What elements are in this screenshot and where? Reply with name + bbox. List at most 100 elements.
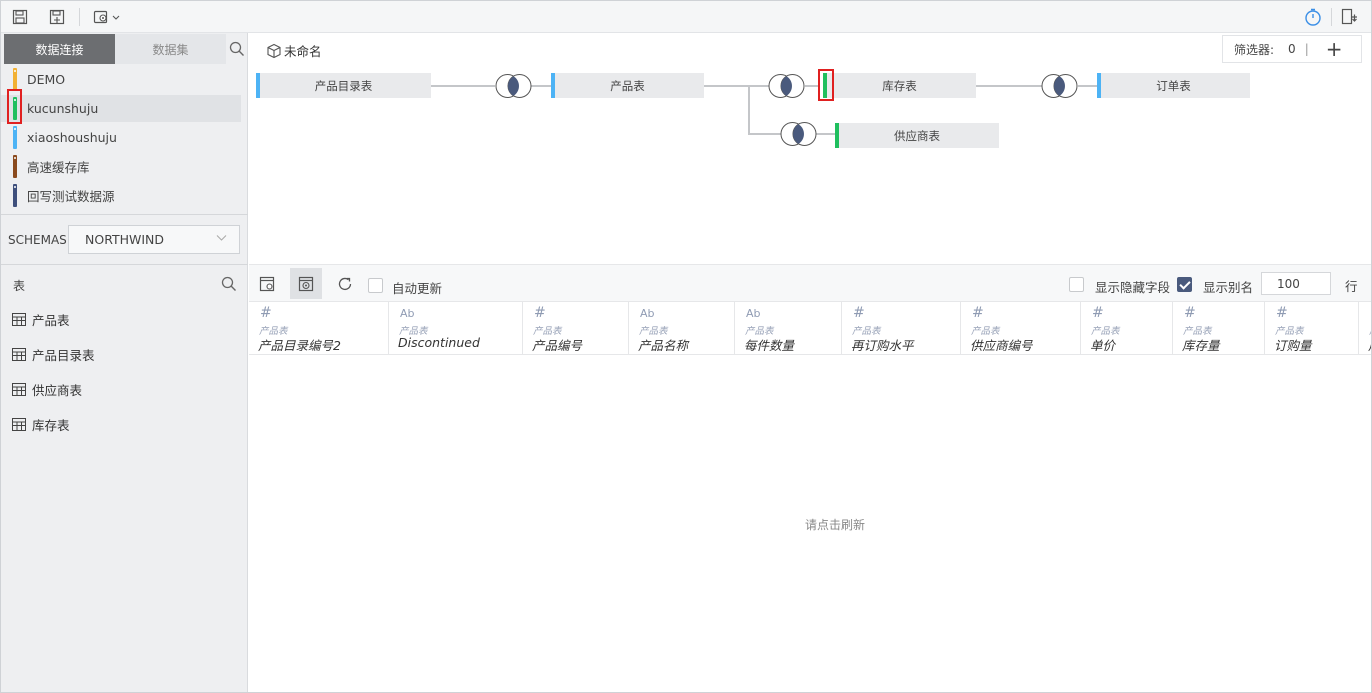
table-item[interactable]: 产品表 (12, 309, 70, 329)
refresh-icon[interactable] (329, 268, 361, 299)
column-name: 每件数量 (744, 338, 795, 353)
show-alias-label: 显示别名 (1203, 280, 1254, 295)
datasource-color-marker (13, 155, 17, 178)
table-icon (12, 417, 26, 431)
node-color-marker (1097, 73, 1101, 98)
table-item[interactable]: 库存表 (12, 414, 70, 434)
row-count-input[interactable]: 100 (1261, 272, 1331, 295)
data-toolbar: 自动更新 显示隐藏字段 显示别名 100 行 (249, 264, 1371, 302)
column-header[interactable]: # 产品表 库存量 (1173, 302, 1265, 354)
source-tabs: 数据连接 数据集 (4, 34, 226, 64)
table-item[interactable]: 供应商表 (12, 379, 82, 399)
empty-data-message: 请点击刷新 (805, 518, 866, 532)
column-header[interactable]: Ab 产品表 每件数量 (735, 302, 842, 354)
datasource-item-demo[interactable]: DEMO (1, 66, 241, 93)
datasource-label: xiaoshoushuju (27, 130, 117, 145)
node-color-marker (835, 123, 839, 148)
settings-dropdown-icon[interactable] (91, 7, 123, 27)
tab-dataset[interactable]: 数据集 (115, 34, 226, 64)
schemas-label: SCHEMAS (8, 233, 67, 247)
document-title: 未命名 (266, 41, 322, 60)
column-header[interactable]: # 产品表 产品编号 (523, 302, 629, 354)
join-line (748, 85, 750, 134)
table-node[interactable]: 产品目录表 (256, 73, 431, 98)
join-line (531, 85, 551, 87)
filter-bar: 筛选器: 0 | + (1222, 35, 1362, 63)
number-type-icon: # (1092, 305, 1104, 321)
toolbar-divider (79, 8, 80, 26)
column-header[interactable]: # 产品表 供应商编号 (961, 302, 1081, 354)
column-name: 产 (1368, 335, 1371, 354)
cube-icon (267, 43, 281, 58)
column-name: 订购量 (1274, 338, 1312, 353)
chevron-down-icon (216, 234, 227, 245)
node-label: 库存表 (882, 78, 917, 93)
table-node[interactable]: 订单表 (1097, 73, 1250, 98)
join-line (1078, 85, 1098, 87)
filter-label: 筛选器: (1234, 42, 1275, 57)
column-header[interactable]: Ab 产品表 产品名称 (629, 302, 735, 354)
toolbar-divider (1331, 8, 1332, 26)
number-type-icon: # (260, 305, 272, 321)
search-icon[interactable] (221, 276, 237, 292)
rows-unit-label: 行 (1345, 279, 1358, 294)
preview-icon[interactable] (290, 268, 322, 299)
column-header[interactable]: Ab 产品表 Discontinued (389, 302, 523, 354)
join-canvas: 未命名 筛选器: 0 | + 产品目录表 产品表 库存表 订单表 供应商表 (249, 33, 1371, 264)
column-name: 再订购水平 (851, 338, 914, 353)
search-icon[interactable] (229, 41, 245, 57)
table-item[interactable]: 产品目录表 (12, 344, 95, 364)
filter-separator: | (1304, 42, 1309, 56)
column-name: Discontinued (398, 335, 480, 350)
datasource-item-xiaoshoushuju[interactable]: xiaoshoushuju (1, 124, 241, 151)
inner-join-icon[interactable] (768, 73, 805, 99)
column-header[interactable]: # 产品表 再订购水平 (842, 302, 961, 354)
divider (1, 214, 248, 215)
table-node[interactable]: 产品表 (551, 73, 704, 98)
add-filter-button[interactable]: + (1326, 39, 1343, 59)
field-settings-icon[interactable] (251, 268, 283, 299)
show-alias-checkbox[interactable] (1177, 277, 1192, 292)
table-label: 产品表 (32, 312, 70, 328)
column-header[interactable]: # 产品表 订购量 (1265, 302, 1359, 354)
divider (1, 264, 248, 265)
text-type-icon: Ab (400, 307, 415, 320)
column-header[interactable]: # 产品表 单价 (1081, 302, 1173, 354)
save-icon[interactable] (10, 7, 30, 27)
save-as-icon[interactable] (47, 7, 67, 27)
auto-update-label: 自动更新 (392, 281, 443, 296)
column-header[interactable]: # 产品表 产品目录编号2 (249, 302, 389, 354)
datasource-color-marker (13, 68, 17, 91)
column-name: 产品编号 (532, 338, 583, 353)
export-icon[interactable] (1339, 7, 1359, 27)
column-name: 产品目录编号2 (258, 338, 341, 353)
text-type-icon: Ab (746, 307, 761, 320)
tab-data-connection[interactable]: 数据连接 (4, 34, 115, 64)
table-icon (12, 382, 26, 396)
datasource-item-cache[interactable]: 高速缓存库 (1, 153, 241, 180)
auto-update-checkbox[interactable] (368, 278, 383, 293)
join-line (816, 133, 836, 135)
table-node[interactable]: 供应商表 (835, 123, 999, 148)
timer-icon[interactable] (1303, 7, 1323, 27)
datasource-color-marker (13, 184, 17, 207)
tables-header: 表 (13, 279, 26, 293)
schema-select[interactable]: NORTHWIND (68, 225, 240, 254)
highlight-box (818, 69, 834, 101)
column-header[interactable]: # 产 产 (1359, 302, 1371, 354)
number-type-icon: # (534, 305, 546, 321)
node-color-marker (256, 73, 260, 98)
inner-join-icon[interactable] (495, 73, 532, 99)
join-line (704, 85, 769, 87)
datasource-item-kucunshuju[interactable]: kucunshuju (1, 95, 241, 122)
node-label: 产品目录表 (314, 78, 373, 93)
inner-join-icon[interactable] (1041, 73, 1078, 99)
inner-join-icon[interactable] (780, 121, 817, 147)
datasource-item-writeback[interactable]: 回写测试数据源 (1, 182, 241, 209)
show-hidden-checkbox[interactable] (1069, 277, 1084, 292)
show-hidden-label: 显示隐藏字段 (1095, 280, 1171, 295)
number-type-icon: # (1184, 305, 1196, 321)
table-icon (12, 347, 26, 361)
node-label: 供应商表 (894, 128, 940, 143)
table-node[interactable]: 库存表 (823, 73, 976, 98)
